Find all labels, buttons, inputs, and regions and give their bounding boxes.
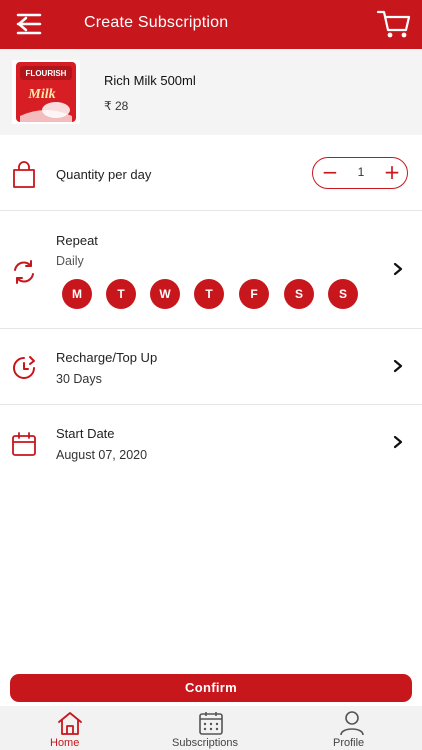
chevron-right-icon [393, 359, 403, 373]
nav-profile[interactable]: Profile [322, 706, 382, 750]
recharge-row[interactable]: Recharge/Top Up 30 Days [0, 330, 422, 405]
quantity-value: 1 [357, 165, 365, 179]
day-saturday[interactable]: S [284, 279, 314, 309]
repeat-row[interactable]: Repeat Daily M T W T F S S [0, 212, 422, 329]
nav-home-label: Home [50, 737, 80, 749]
refresh-icon [14, 260, 34, 284]
thumb-brand: FLOURISH [26, 69, 67, 78]
product-summary: FLOURISH Milk Rich Milk 500ml ₹ 28 [0, 49, 422, 135]
day-sunday[interactable]: S [328, 279, 358, 309]
clock-history-icon [13, 356, 35, 379]
nav-home[interactable]: Home [40, 706, 100, 750]
product-name: Rich Milk 500ml [104, 73, 196, 88]
day-monday[interactable]: M [62, 279, 92, 309]
thumb-text: Milk [27, 87, 55, 102]
repeat-label: Repeat [56, 233, 98, 248]
shopping-bag-icon [13, 161, 35, 188]
start-date-row[interactable]: Start Date August 07, 2020 [0, 406, 422, 480]
product-image: FLOURISH Milk [12, 60, 80, 124]
bottom-navigation: Home Subscriptions Profile [0, 706, 422, 750]
calendar-icon [12, 432, 36, 456]
app-header: Create Subscription [0, 0, 422, 49]
day-wednesday[interactable]: W [150, 279, 180, 309]
page-title: Create Subscription [84, 14, 229, 31]
product-price: ₹ 28 [104, 99, 129, 113]
day-friday[interactable]: F [239, 279, 269, 309]
recharge-label: Recharge/Top Up [56, 350, 158, 365]
calendar-grid-icon [199, 712, 223, 735]
confirm-button[interactable]: Confirm [10, 674, 412, 702]
repeat-frequency: Daily [56, 254, 84, 268]
chevron-right-icon [393, 262, 403, 276]
day-tuesday[interactable]: T [106, 279, 136, 309]
increment-button[interactable]: + [377, 158, 407, 187]
nav-subscriptions[interactable]: Subscriptions [166, 706, 256, 750]
home-icon [58, 712, 82, 735]
start-date-label: Start Date [56, 426, 115, 441]
weekday-selector: M T W T F S S [62, 279, 362, 309]
nav-subscriptions-label: Subscriptions [172, 737, 239, 749]
cart-icon[interactable] [376, 8, 412, 40]
nav-profile-label: Profile [333, 737, 365, 749]
decrement-button[interactable]: − [315, 158, 345, 187]
quantity-stepper: − 1 + [312, 157, 408, 189]
start-date-value: August 07, 2020 [56, 448, 148, 462]
user-icon [340, 711, 364, 736]
chevron-right-icon [393, 435, 403, 449]
recharge-value: 30 Days [56, 372, 102, 386]
day-thursday[interactable]: T [194, 279, 224, 309]
quantity-label: Quantity per day [56, 167, 152, 182]
back-arrow-icon[interactable] [14, 11, 44, 37]
